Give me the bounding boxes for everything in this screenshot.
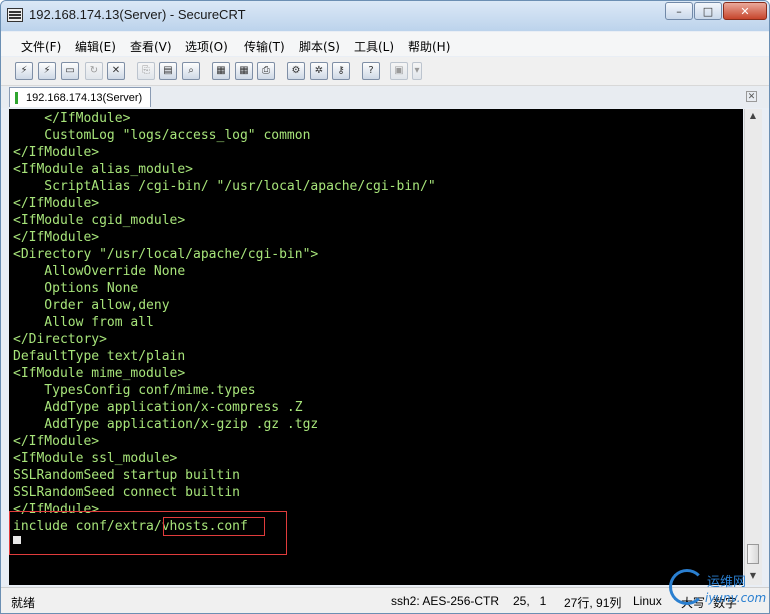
terminal-line: </Directory>	[13, 332, 107, 347]
menu-file[interactable]: 文件(F)	[21, 38, 61, 55]
terminal-line: <IfModule ssl_module>	[13, 451, 178, 466]
session-options-icon[interactable]: ⚙	[287, 62, 305, 80]
terminal-line: SSLRandomSeed connect builtin	[13, 485, 240, 500]
terminal-line: </IfModule>	[13, 145, 100, 160]
watermark-logo-icon	[669, 569, 705, 605]
watermark-text: 运维网	[707, 575, 747, 590]
copy-icon[interactable]: ⎘	[137, 62, 155, 80]
securecrt-app-icon[interactable]	[7, 8, 23, 22]
terminal-line: </IfModule>	[13, 434, 100, 449]
terminal-line: </IfModule>	[13, 230, 100, 245]
help-icon[interactable]: ?	[362, 62, 380, 80]
terminal-line: </IfModule>	[13, 111, 131, 126]
terminal-line: AddType application/x-gzip .gz .tgz	[13, 417, 319, 432]
status-terminal-size: 27行, 91列	[564, 596, 622, 610]
menu-bar: 文件(F) 编辑(E) 查看(V) 选项(O) 传输(T) 脚本(S) 工具(L…	[1, 32, 769, 56]
terminal-line: CustomLog "logs/access_log" common	[13, 128, 311, 143]
terminal-line: Options None	[13, 281, 139, 296]
status-bar: 就绪 ssh2: AES-256-CTR 25, 1 27行, 91列 Linu…	[1, 587, 769, 613]
scroll-up-icon[interactable]: ▲	[746, 109, 760, 123]
terminal-line: AllowOverride None	[13, 264, 186, 279]
session-tab-label: 192.168.174.13(Server)	[26, 92, 143, 104]
terminal-line: Order allow,deny	[13, 298, 170, 313]
session-tab[interactable]: 192.168.174.13(Server)	[9, 87, 152, 107]
menu-transfer[interactable]: 传输(T)	[244, 38, 285, 55]
status-ready: 就绪	[11, 596, 36, 610]
connected-status-icon	[15, 92, 18, 104]
menu-help[interactable]: 帮助(H)	[408, 38, 450, 55]
highlight-box-vhosts	[163, 517, 265, 536]
status-cursor-position: 25, 1	[513, 594, 547, 608]
terminal-scrollbar[interactable]: ▲ ▼	[744, 109, 762, 585]
watermark: 运维网 iyunv.com	[667, 567, 767, 613]
terminal-output[interactable]: </IfModule> CustomLog "logs/access_log" …	[9, 109, 743, 585]
terminal-line: DefaultType text/plain	[13, 349, 186, 364]
status-cipher: ssh2: AES-256-CTR	[391, 594, 500, 608]
menu-tools[interactable]: 工具(L)	[354, 38, 394, 55]
menu-script[interactable]: 脚本(S)	[299, 38, 340, 55]
terminal-line: </IfModule>	[13, 196, 100, 211]
global-options-icon[interactable]: ✲	[310, 62, 328, 80]
watermark-url: iyunv.com	[705, 591, 767, 605]
reconnect-icon[interactable]: ↻	[85, 62, 103, 80]
keymap-icon[interactable]: ⚷	[332, 62, 350, 80]
window-title: 192.168.174.13(Server) - SecureCRT	[29, 7, 246, 22]
menu-options[interactable]: 选项(O)	[185, 38, 228, 55]
sftp-icon[interactable]: ▣	[390, 62, 408, 80]
terminal-line: TypesConfig conf/mime.types	[13, 383, 256, 398]
disconnect-icon[interactable]: ✕	[107, 62, 125, 80]
paste-icon[interactable]: ▤	[159, 62, 177, 80]
securecrt-window: 192.168.174.13(Server) - SecureCRT – □ ✕…	[0, 0, 770, 614]
connect-in-tab-icon[interactable]: ▭	[61, 62, 79, 80]
terminal-line: <IfModule mime_module>	[13, 366, 186, 381]
toolbar: ⚡ ⚡ ▭ ↻ ✕ ⎘ ▤ ⌕ ▦ ▦ ⎙ ⚙ ✲ ⚷ ? ▣ ▾	[1, 57, 769, 86]
print-setup-icon[interactable]: ▦	[235, 62, 253, 80]
terminal-line: <IfModule cgid_module>	[13, 213, 186, 228]
close-tab-icon[interactable]: ✕	[746, 91, 757, 102]
connect-icon[interactable]: ⚡	[15, 62, 33, 80]
terminal-line: <IfModule alias_module>	[13, 162, 194, 177]
scrollbar-thumb[interactable]	[747, 544, 759, 564]
terminal-line: SSLRandomSeed startup builtin	[13, 468, 240, 483]
title-bar: 192.168.174.13(Server) - SecureCRT – □ ✕	[1, 1, 769, 31]
quick-connect-icon[interactable]: ⚡	[38, 62, 56, 80]
find-icon[interactable]: ⌕	[182, 62, 200, 80]
printer-icon[interactable]: ⎙	[257, 62, 275, 80]
close-button[interactable]: ✕	[723, 2, 767, 20]
minimize-button[interactable]: –	[665, 2, 693, 20]
terminal-line: AddType application/x-compress .Z	[13, 400, 303, 415]
terminal-line: <Directory "/usr/local/apache/cgi-bin">	[13, 247, 319, 262]
terminal-line: ScriptAlias /cgi-bin/ "/usr/local/apache…	[13, 179, 436, 194]
toolbar-overflow-icon[interactable]: ▾	[412, 62, 422, 80]
status-os: Linux	[633, 594, 662, 608]
menu-edit[interactable]: 编辑(E)	[75, 38, 116, 55]
window-controls: – □ ✕	[664, 2, 767, 20]
maximize-button[interactable]: □	[694, 2, 722, 20]
print-icon[interactable]: ▦	[212, 62, 230, 80]
terminal-line: Allow from all	[13, 315, 154, 330]
session-tab-bar: 192.168.174.13(Server) ✕	[1, 86, 769, 108]
menu-view[interactable]: 查看(V)	[130, 38, 172, 55]
